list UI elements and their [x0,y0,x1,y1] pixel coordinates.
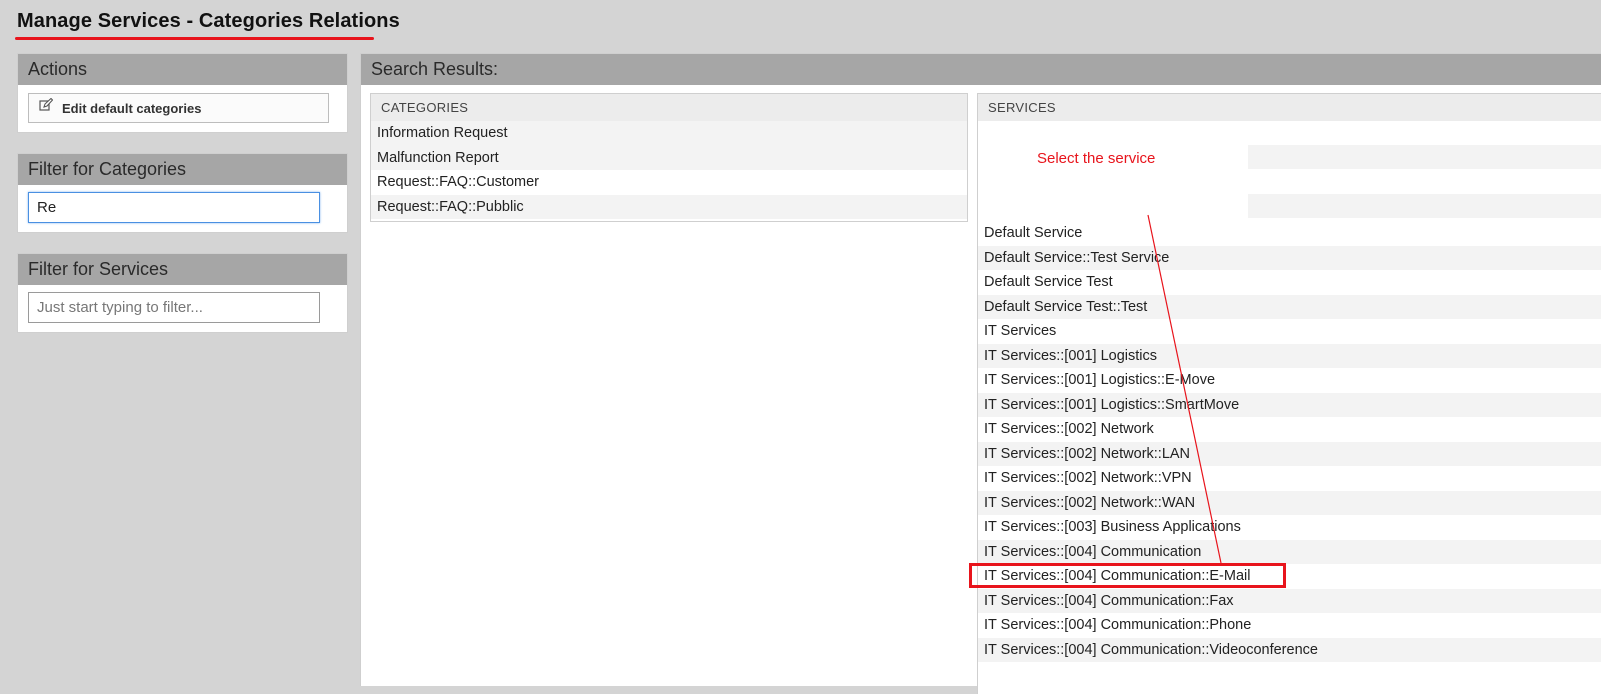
service-row[interactable]: Default Service::Test Service [978,245,1601,270]
annotation-highlight-box [969,563,1286,588]
annotation-text: Select the service [1037,150,1156,167]
filter-services-input[interactable] [28,292,320,323]
service-row[interactable]: IT Services::[002] Network::LAN [978,441,1601,466]
edit-default-categories-button[interactable]: Edit default categories [28,93,329,123]
service-row[interactable]: IT Services::[004] Communication::Videoc… [978,637,1601,662]
actions-box: Actions Edit default categories [17,53,348,133]
service-row[interactable]: Default Service [978,221,1601,246]
service-row[interactable]: IT Services::[002] Network::VPN [978,466,1601,491]
edit-default-categories-label: Edit default categories [62,100,202,116]
filter-services-box: Filter for Services [17,253,348,333]
blank-row-stripe [1248,145,1601,169]
blank-row-stripe [1248,194,1601,218]
category-row[interactable]: Request::FAQ::Pubblic [371,194,967,219]
service-row[interactable]: IT Services::[003] Business Applications [978,515,1601,540]
categories-table: CATEGORIES Information Request Malfuncti… [370,93,968,222]
search-results-box: Search Results: CATEGORIES Information R… [360,53,1601,694]
service-row[interactable]: IT Services::[001] Logistics::E-Move [978,368,1601,393]
filter-categories-box: Filter for Categories [17,153,348,233]
title-underline-annotation [15,37,374,40]
actions-header: Actions [18,54,347,85]
service-row[interactable]: IT Services::[001] Logistics::SmartMove [978,392,1601,417]
filter-services-header: Filter for Services [18,254,347,285]
categories-column-header: CATEGORIES [371,94,967,121]
service-row[interactable]: IT Services::[002] Network::WAN [978,490,1601,515]
service-row[interactable]: IT Services::[004] Communication [978,539,1601,564]
filter-categories-header: Filter for Categories [18,154,347,185]
search-results-header: Search Results: [361,54,1601,85]
service-row[interactable]: Default Service Test::Test [978,294,1601,319]
services-blank-area [978,121,1601,221]
edit-icon [39,97,54,112]
page-title: Manage Services - Categories Relations [17,10,400,32]
service-row[interactable]: IT Services::[002] Network [978,417,1601,442]
services-table: SERVICES Default Service Default Service… [977,93,1601,694]
service-row[interactable]: Default Service Test [978,270,1601,295]
category-row[interactable]: Request::FAQ::Customer [371,170,967,195]
service-row[interactable]: IT Services [978,319,1601,344]
service-row[interactable]: IT Services::[001] Logistics [978,343,1601,368]
category-row[interactable]: Malfunction Report [371,145,967,170]
service-row[interactable]: IT Services::[004] Communication::Fax [978,588,1601,613]
service-row[interactable]: IT Services::[004] Communication::Phone [978,613,1601,638]
category-row[interactable]: Information Request [371,121,967,146]
filter-categories-input[interactable] [28,192,320,223]
services-column-header: SERVICES [978,94,1601,121]
